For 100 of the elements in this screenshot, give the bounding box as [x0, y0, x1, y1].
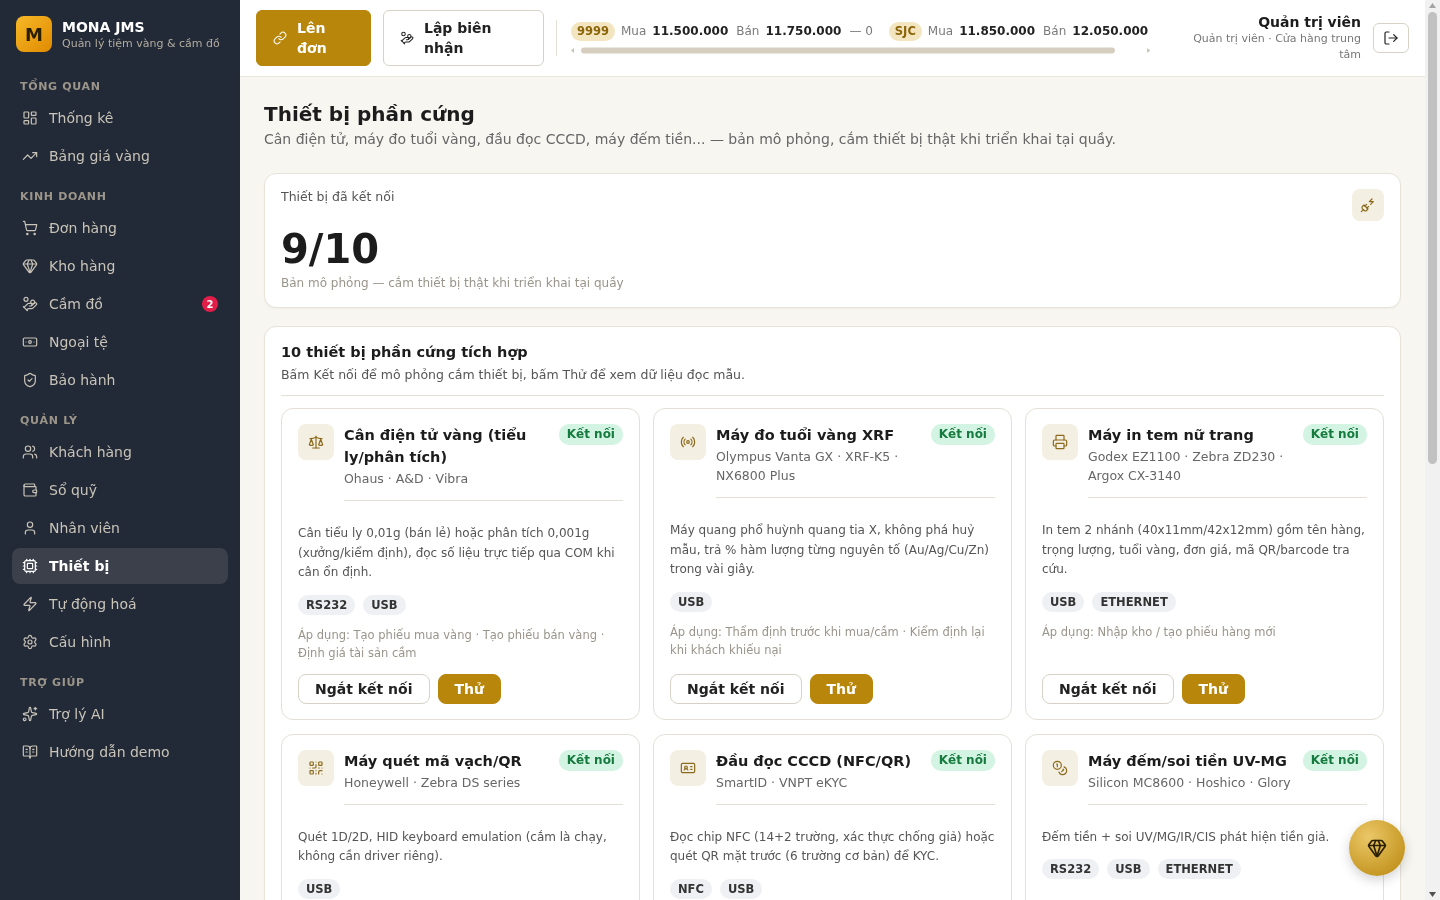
sell-price: 11.750.000	[765, 24, 842, 38]
qr-code-icon	[298, 749, 334, 786]
interface-tag: USB	[719, 878, 763, 899]
scale-icon	[298, 424, 334, 460]
plug-icon	[1352, 189, 1384, 221]
sell-price: 12.050.000	[1072, 24, 1149, 38]
device-name: Máy đo tuổi vàng XRF	[716, 426, 896, 445]
nav-item[interactable]: Tự động hoá	[12, 586, 228, 622]
device-name: Máy đếm/soi tiền UV-MG	[1088, 751, 1288, 771]
device-description: Quét 1D/2D, HID keyboard emulation (cắm là chạy, không cần driver riêng).	[298, 828, 608, 865]
settings-icon	[22, 634, 38, 650]
page-title: Thiết bị phần cứng	[264, 101, 476, 127]
applies-note: Áp dụng: Tạo phiếu mua vàng · Tạo phiếu bán vàng · Định giá tài sản cầm	[298, 626, 606, 662]
device-models: SmartID · VNPT eKYC	[716, 773, 849, 792]
chip-icon	[22, 558, 38, 574]
nav-item[interactable]: Kho hàng	[12, 248, 228, 284]
nav-section-title: TRỢ GIÚP	[19, 676, 86, 690]
device-description: Đọc chip NFC (14+2 trường, xác thực chống giả) hoặc quét QR mặt trước (6 trường cơ bản) để KYC.	[670, 828, 995, 865]
disconnect-button[interactable]: Ngắt kết nối	[298, 673, 430, 704]
device-description: In tem 2 nhánh (40x11mm/42x12mm) gồm tên hàng, trọng lượng, tuổi vàng, đơn giá, mã QR/barcode tra cứu.	[1042, 522, 1366, 578]
nav-item[interactable]: Cấu hình	[12, 624, 228, 660]
users-icon	[22, 444, 38, 460]
nav-item[interactable]: Khách hàng	[12, 434, 228, 470]
interface-tag: NFC	[670, 878, 712, 899]
interface-tag: ETHERNET	[1157, 859, 1241, 879]
page-scrollbar[interactable]	[1425, 0, 1440, 900]
nav-item[interactable]: Sổ quỹ	[12, 472, 228, 508]
id-card-icon	[670, 749, 706, 786]
nav-item[interactable]: Cầm đồ 2	[12, 286, 228, 322]
hand-coins-icon	[400, 31, 414, 45]
ticker-scrollbar[interactable]	[571, 45, 1151, 55]
nav-item[interactable]: Ngoại tệ	[12, 324, 228, 360]
interface-tag: RS232	[298, 594, 356, 615]
applies-note: Áp dụng: Nhập kho / tạo phiếu hàng mới	[1042, 623, 1277, 641]
brand-name: MONA JMS	[62, 17, 146, 36]
device-description: Cân tiểu ly 0,01g (bán lẻ) hoặc phân tích 0,001g (xưởng/kiểm định), đọc số liệu trực tiếp qua COM khi cân ổn định.	[298, 525, 616, 581]
buy-price: 11.850.000	[959, 24, 1036, 38]
disconnect-button[interactable]: Ngắt kết nối	[670, 673, 802, 704]
stat-label: Thiết bị đã kết nối	[281, 189, 396, 205]
status-badge: Kết nối	[930, 424, 995, 445]
nav-item[interactable]: Thiết bị	[12, 548, 228, 584]
broadcast-icon	[670, 424, 706, 460]
lightning-icon	[22, 596, 38, 612]
user-role: Quản trị viên · Cửa hàng trung tâm	[1192, 31, 1361, 63]
buy-label: Mua	[927, 24, 954, 38]
nav-item[interactable]: Nhân viên	[12, 510, 228, 546]
interface-tag: USB	[1042, 591, 1085, 612]
hand-coins-icon	[22, 296, 38, 312]
diamond-icon	[1367, 838, 1387, 858]
nav-item[interactable]: Trợ lý AI	[12, 696, 228, 732]
panel-subtitle: Bấm Kết nối để mô phỏng cắm thiết bị, bấm Thử để xem dữ liệu đọc mẫu.	[281, 366, 746, 384]
coins-icon	[1042, 749, 1078, 786]
interface-tag: ETHERNET	[1092, 591, 1176, 612]
action-button[interactable]: Lập biên nhận	[383, 10, 544, 66]
device-description: Máy quang phổ huỳnh quang tia X, không phá huỷ mẫu, trả % hàm lượng từng nguyên tố (Au/Ag/Cu/Zn) trong vài giây.	[670, 522, 990, 578]
sparkle-icon	[22, 706, 38, 722]
device-models: Honeywell · Zebra DS series	[344, 773, 522, 792]
nav-section-title: KINH DOANH	[19, 190, 108, 204]
status-badge: Kết nối	[1302, 424, 1367, 445]
brand-logo: M	[16, 16, 52, 52]
nav-item[interactable]: Hướng dẫn demo	[12, 734, 228, 770]
page-subtitle: Cân điện tử, máy đo tuổi vàng, đầu đọc CCCD, máy đếm tiền... — bản mô phỏng, cắm thiết bị thật khi triển khai tại quầy.	[264, 130, 1117, 149]
stat-value: 9/10	[281, 225, 381, 273]
sell-label: Bán	[1043, 24, 1067, 38]
banknote-icon	[22, 334, 38, 350]
applies-note: Áp dụng: Thẩm định trước khi mua/cầm · Kiểm định lại khi khách khiếu nại	[670, 623, 986, 659]
device-description: Đếm tiền + soi UV/MG/IR/CIS phát hiện tiền giả.	[1042, 828, 1331, 846]
nav-item[interactable]: Bảo hành	[12, 362, 228, 398]
user-name: Quản trị viên	[1257, 13, 1361, 31]
status-badge: Kết nối	[558, 424, 623, 445]
nav-item[interactable]: Đơn hàng	[12, 210, 228, 246]
interface-tag: USB	[670, 591, 713, 612]
device-name: Cân điện tử vàng (tiểu ly/phân tích)	[344, 426, 528, 467]
cart-icon	[22, 220, 38, 236]
nav-item[interactable]: Thống kê	[12, 100, 228, 136]
brand-tagline: Quản lý tiệm vàng & cầm đồ	[62, 35, 220, 51]
interface-tag: USB	[298, 878, 341, 899]
interface-tag: USB	[363, 594, 406, 615]
logout-button[interactable]	[1373, 23, 1409, 53]
printer-icon	[1042, 424, 1078, 460]
device-name: Đầu đọc CCCD (NFC/QR)	[716, 751, 913, 771]
book-icon	[22, 744, 38, 760]
link-icon	[273, 31, 287, 45]
price-change: — 0	[849, 24, 873, 38]
device-models: Godex EZ1100 · Zebra ZD230 · Argox CX-3140	[1088, 448, 1285, 485]
panel-title: 10 thiết bị phần cứng tích hợp	[281, 343, 529, 362]
dashboard-icon	[22, 110, 38, 126]
nav-section-title: TỔNG QUAN	[19, 80, 102, 94]
disconnect-button[interactable]: Ngắt kết nối	[1042, 673, 1174, 704]
device-models: Olympus Vanta GX · XRF-K5 · NX6800 Plus	[716, 448, 900, 485]
stat-note: Bản mô phỏng — cắm thiết bị thật khi triển khai tại quầy	[281, 275, 624, 291]
count-badge: 2	[202, 296, 218, 312]
shield-check-icon	[22, 372, 38, 388]
interface-tag: RS232	[1042, 859, 1100, 879]
nav-section-title: QUẢN LÝ	[19, 414, 79, 428]
nav-item[interactable]: Bảng giá vàng	[12, 138, 228, 174]
buy-label: Mua	[621, 24, 647, 38]
device-models: Silicon MC8600 · Hoshico · Glory	[1088, 773, 1292, 792]
status-badge: Kết nối	[558, 749, 623, 771]
status-badge: Kết nối	[1302, 749, 1367, 771]
